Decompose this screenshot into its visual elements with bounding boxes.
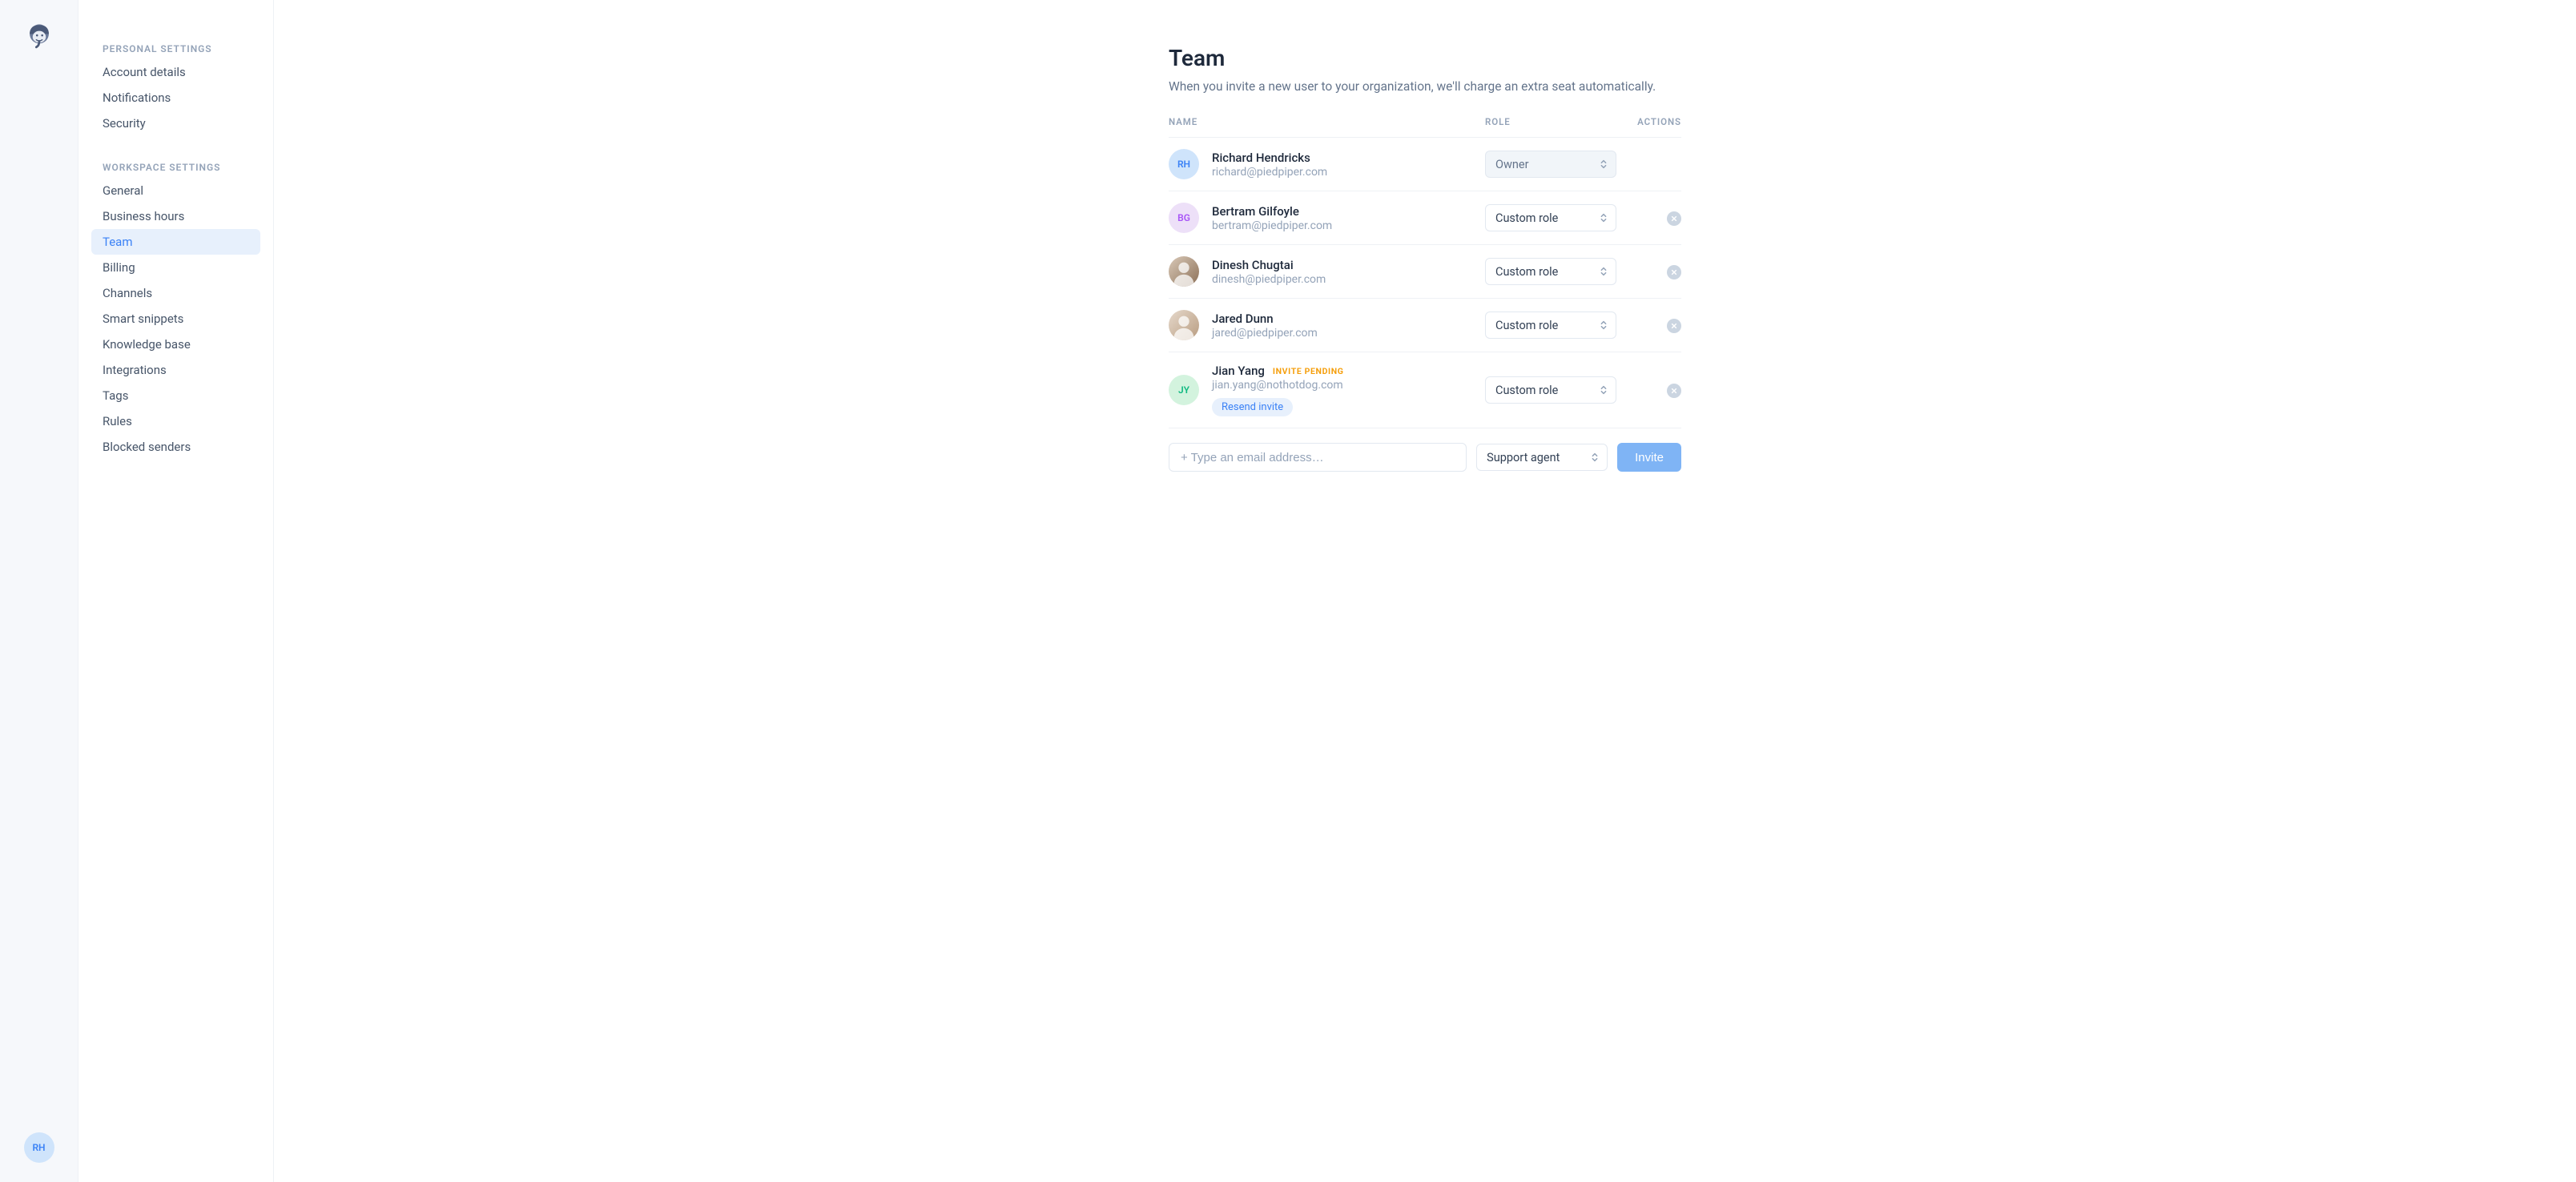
member-email: jian.yang@nothotdog.com	[1212, 379, 1344, 392]
chevron-up-down-icon	[1598, 266, 1609, 277]
member-role-select: Owner	[1485, 151, 1616, 178]
sidebar-group-workspace: WORKSPACE SETTINGS GeneralBusiness hours…	[91, 154, 260, 460]
chevron-up-down-icon	[1598, 384, 1609, 396]
chevron-up-down-icon	[1598, 212, 1609, 223]
close-icon	[1671, 323, 1677, 329]
page-title: Team	[1169, 45, 1681, 71]
member-name: Dinesh Chugtai	[1212, 258, 1294, 272]
member-avatar: BG	[1169, 203, 1199, 233]
remove-member-button[interactable]	[1667, 265, 1681, 279]
member-avatar	[1169, 256, 1199, 287]
member-email: bertram@piedpiper.com	[1212, 219, 1332, 232]
invite-row: Support agent Invite	[1169, 443, 1681, 472]
sidebar-item-account-details[interactable]: Account details	[91, 59, 260, 85]
resend-invite-button[interactable]: Resend invite	[1212, 398, 1293, 416]
sidebar-item-rules[interactable]: Rules	[91, 408, 260, 434]
member-role-value: Custom role	[1495, 211, 1558, 225]
settings-sidebar: PERSONAL SETTINGS Account detailsNotific…	[78, 0, 274, 1182]
chevron-up-down-icon	[1598, 159, 1609, 170]
member-row: RH Richard Hendricksrichard@piedpiper.com…	[1169, 138, 1681, 191]
sidebar-item-security[interactable]: Security	[91, 111, 260, 136]
remove-member-button[interactable]	[1667, 384, 1681, 398]
sidebar-item-team[interactable]: Team	[91, 229, 260, 255]
sidebar-item-notifications[interactable]: Notifications	[91, 85, 260, 111]
invite-email-input[interactable]	[1169, 443, 1467, 472]
sidebar-heading-workspace: WORKSPACE SETTINGS	[91, 154, 260, 178]
member-email: jared@piedpiper.com	[1212, 327, 1318, 340]
app-logo-icon	[22, 19, 57, 54]
member-row: BG Bertram Gilfoylebertram@piedpiper.com C…	[1169, 191, 1681, 245]
close-icon	[1671, 388, 1677, 394]
app-rail: RH	[0, 0, 78, 1182]
member-role-select[interactable]: Custom role	[1485, 376, 1616, 404]
column-header-actions: ACTIONS	[1625, 116, 1681, 127]
member-role-value: Custom role	[1495, 319, 1558, 332]
member-avatar: JY	[1169, 375, 1199, 405]
member-role-value: Owner	[1495, 158, 1528, 171]
sidebar-item-knowledge-base[interactable]: Knowledge base	[91, 332, 260, 357]
sidebar-item-tags[interactable]: Tags	[91, 383, 260, 408]
member-row: Jared Dunnjared@piedpiper.com Custom role	[1169, 299, 1681, 352]
page-subtitle: When you invite a new user to your organ…	[1169, 79, 1681, 94]
member-name: Richard Hendricks	[1212, 151, 1310, 165]
sidebar-item-integrations[interactable]: Integrations	[91, 357, 260, 383]
sidebar-item-smart-snippets[interactable]: Smart snippets	[91, 306, 260, 332]
member-role-select[interactable]: Custom role	[1485, 312, 1616, 339]
member-role-select[interactable]: Custom role	[1485, 258, 1616, 285]
main-content: Team When you invite a new user to your …	[274, 0, 2576, 1182]
sidebar-item-business-hours[interactable]: Business hours	[91, 203, 260, 229]
member-email: richard@piedpiper.com	[1212, 166, 1327, 179]
member-avatar	[1169, 310, 1199, 340]
invite-pending-badge: INVITE PENDING	[1273, 366, 1344, 376]
sidebar-item-channels[interactable]: Channels	[91, 280, 260, 306]
invite-role-select[interactable]: Support agent	[1476, 444, 1608, 471]
chevron-up-down-icon	[1589, 452, 1600, 463]
member-email: dinesh@piedpiper.com	[1212, 273, 1326, 286]
current-user-avatar[interactable]: RH	[24, 1132, 54, 1163]
sidebar-item-general[interactable]: General	[91, 178, 260, 203]
sidebar-item-billing[interactable]: Billing	[91, 255, 260, 280]
sidebar-item-blocked-senders[interactable]: Blocked senders	[91, 434, 260, 460]
remove-member-button[interactable]	[1667, 319, 1681, 333]
sidebar-heading-personal: PERSONAL SETTINGS	[91, 35, 260, 59]
close-icon	[1671, 215, 1677, 222]
member-row: Dinesh Chugtaidinesh@piedpiper.com Custom…	[1169, 245, 1681, 299]
member-name: Jian Yang	[1212, 364, 1265, 378]
close-icon	[1671, 269, 1677, 275]
invite-role-value: Support agent	[1487, 451, 1560, 464]
column-header-name: NAME	[1169, 116, 1485, 127]
sidebar-group-personal: PERSONAL SETTINGS Account detailsNotific…	[91, 35, 260, 136]
invite-button[interactable]: Invite	[1617, 443, 1681, 472]
members-table-header: NAME ROLE ACTIONS	[1169, 116, 1681, 138]
member-avatar: RH	[1169, 149, 1199, 179]
member-role-select[interactable]: Custom role	[1485, 204, 1616, 231]
member-name: Bertram Gilfoyle	[1212, 204, 1299, 219]
member-row: JY Jian Yang INVITE PENDING jian.yang@notho…	[1169, 352, 1681, 428]
member-role-value: Custom role	[1495, 265, 1558, 279]
member-role-value: Custom role	[1495, 384, 1558, 397]
remove-member-button[interactable]	[1667, 211, 1681, 226]
member-name: Jared Dunn	[1212, 312, 1274, 326]
column-header-role: ROLE	[1485, 116, 1625, 127]
chevron-up-down-icon	[1598, 320, 1609, 331]
